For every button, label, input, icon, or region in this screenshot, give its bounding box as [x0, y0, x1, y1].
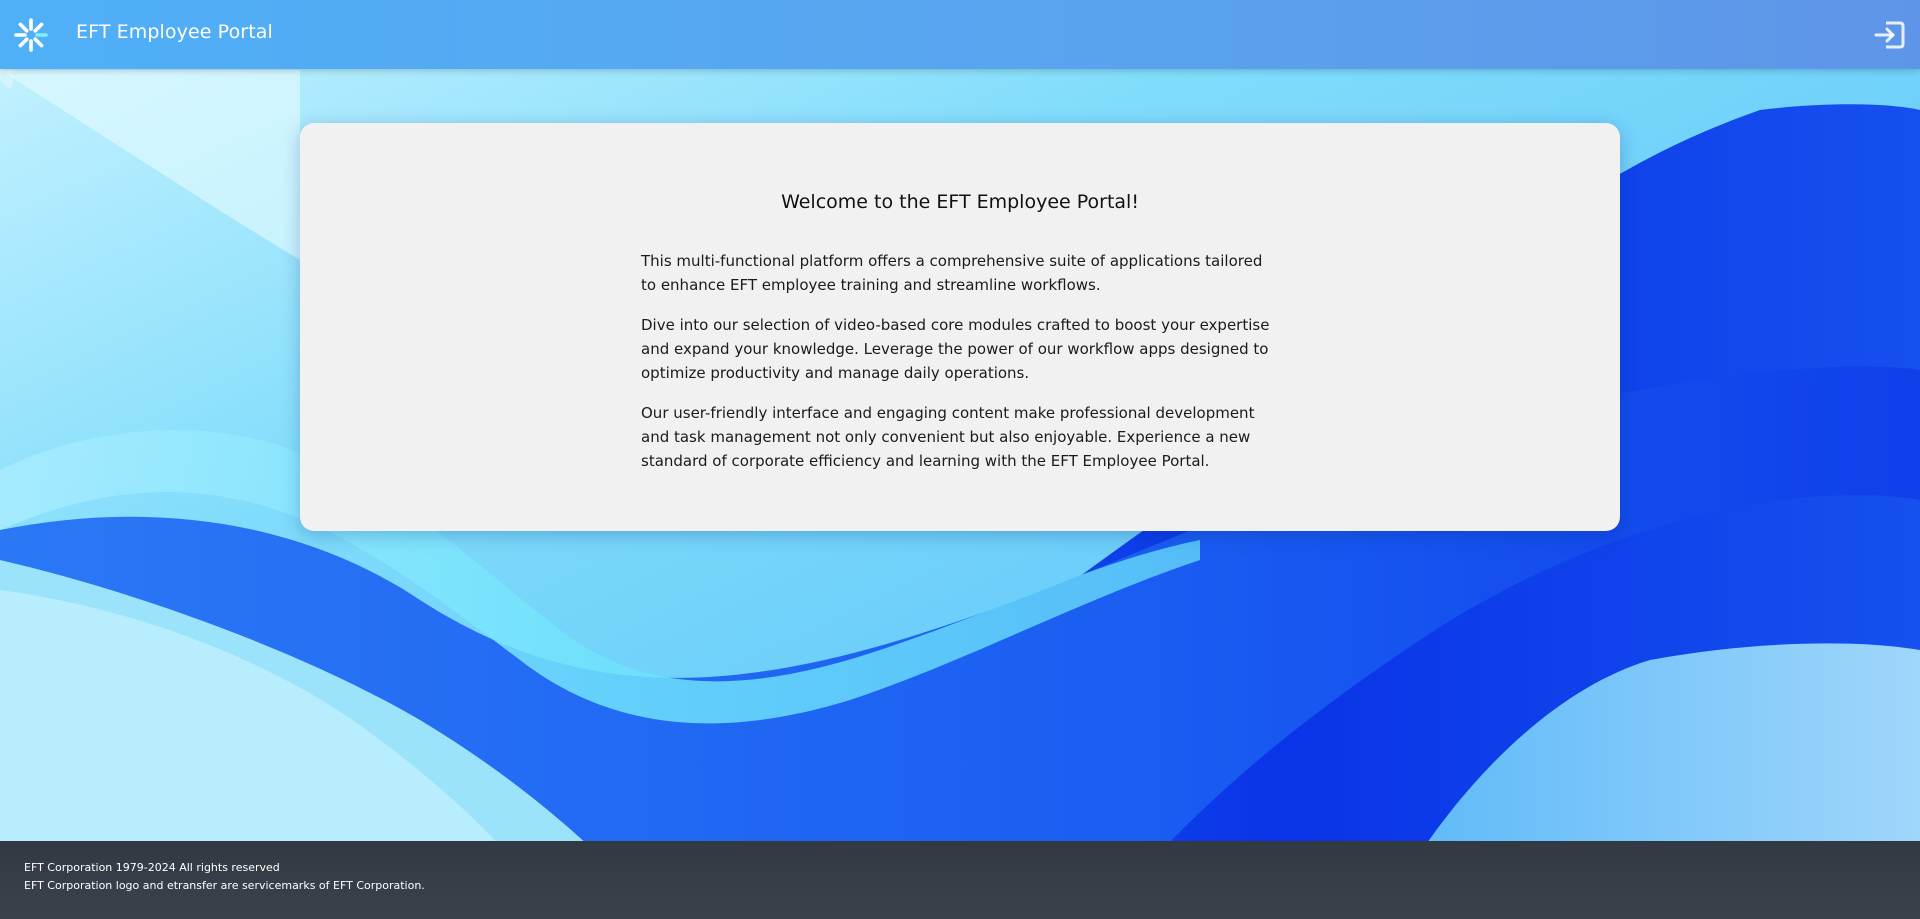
- modules-paragraph: Dive into our selection of video-based c…: [641, 316, 1270, 382]
- servicemark-text: EFT Corporation logo and etransfer are s…: [24, 879, 425, 892]
- copyright-text: EFT Corporation 1979-2024 All rights res…: [24, 861, 280, 874]
- sign-in-icon[interactable]: [1872, 17, 1908, 53]
- intro-paragraph: This multi-functional platform offers a …: [641, 252, 1263, 294]
- header-bar: EFT Employee Portal: [0, 0, 1920, 69]
- app-title: EFT Employee Portal: [76, 21, 273, 43]
- welcome-card: Welcome to the EFT Employee Portal! This…: [300, 123, 1620, 531]
- experience-paragraph: Our user-friendly interface and engaging…: [641, 404, 1255, 470]
- footer: EFT Corporation 1979-2024 All rights res…: [0, 841, 1920, 919]
- welcome-body: This multi-functional platform offers a …: [641, 249, 1279, 489]
- spinner-burst-icon: [14, 18, 48, 52]
- welcome-heading: Welcome to the EFT Employee Portal!: [781, 191, 1139, 213]
